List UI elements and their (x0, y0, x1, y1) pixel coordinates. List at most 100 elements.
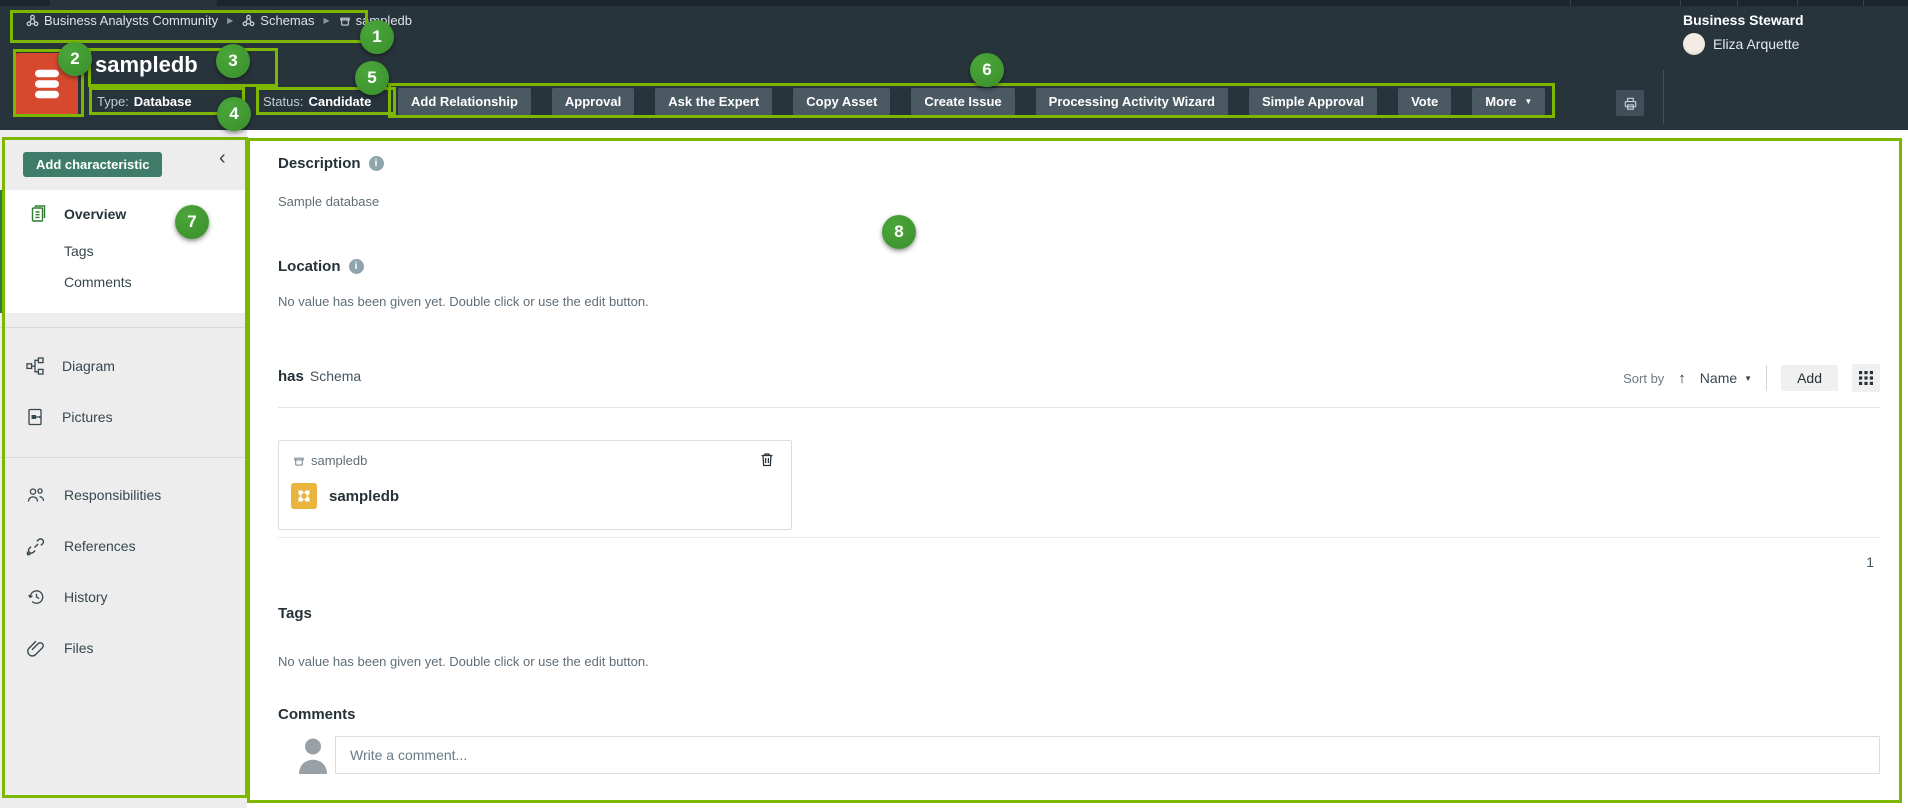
sidebar-item-label: References (64, 538, 136, 554)
diagram-icon (26, 357, 44, 375)
more-button[interactable]: More ▼ (1472, 88, 1545, 115)
breadcrumb-label: sampledb (356, 13, 412, 28)
comments-section-title: Comments (278, 706, 356, 723)
card-relation-row: sampledb (293, 453, 367, 468)
sort-by-label: Sort by (1623, 371, 1664, 386)
schema-icon (291, 483, 317, 509)
steward-name: Eliza Arquette (1713, 36, 1799, 52)
steward-role-label: Business Steward (1683, 12, 1804, 28)
breadcrumb-item-community[interactable]: Business Analysts Community (26, 13, 218, 28)
card-asset-title[interactable]: sampledb (329, 488, 399, 505)
community-icon (242, 14, 255, 27)
sidebar-item-responsibilities[interactable]: Responsibilities (26, 484, 161, 506)
status-value: Candidate (308, 94, 371, 109)
location-empty-value[interactable]: No value has been given yet. Double clic… (278, 294, 649, 309)
collapse-sidebar-icon[interactable]: ‹ (219, 148, 226, 168)
info-icon[interactable]: i (349, 259, 364, 274)
comment-input[interactable] (335, 736, 1880, 774)
description-value[interactable]: Sample database (278, 194, 379, 209)
sort-direction-icon[interactable]: ↑ (1678, 370, 1686, 387)
sidebar-item-label: Pictures (62, 409, 113, 425)
overview-doc-icon (28, 204, 48, 224)
top-strip (0, 0, 1908, 6)
location-section-title: Location i (278, 258, 364, 275)
printer-icon (1622, 95, 1639, 112)
processing-activity-wizard-button[interactable]: Processing Activity Wizard (1036, 88, 1228, 115)
community-icon (26, 14, 39, 27)
sidebar-item-history[interactable]: History (26, 586, 108, 608)
breadcrumb-separator-icon: ▶ (323, 16, 329, 25)
sidebar-item-diagram[interactable]: Diagram (26, 355, 115, 377)
sidebar-item-label: Overview (64, 206, 126, 222)
sidebar-item-label: Diagram (62, 358, 115, 374)
sidebar-divider (0, 457, 247, 458)
asset-box-icon (293, 455, 305, 467)
breadcrumb-item-asset[interactable]: sampledb (339, 13, 412, 28)
asset-page: Business Analysts Community ▶ Schemas ▶ … (0, 0, 1908, 808)
asset-status[interactable]: Status: Candidate (263, 94, 371, 109)
sidebar-item-comments[interactable]: Comments (64, 274, 132, 290)
sidebar-item-label: Responsibilities (64, 487, 161, 503)
relation-type: Schema (310, 368, 361, 384)
divider (1766, 365, 1767, 391)
action-toolbar: Add Relationship Approval Ask the Expert… (398, 88, 1545, 115)
card-relation-label: sampledb (311, 453, 367, 468)
database-asset-icon (16, 53, 78, 115)
sidebar-item-pictures[interactable]: Pictures (26, 406, 113, 428)
copy-asset-button[interactable]: Copy Asset (793, 88, 890, 115)
approval-button[interactable]: Approval (552, 88, 634, 115)
breadcrumb-label: Schemas (260, 13, 314, 28)
add-characteristic-button[interactable]: Add characteristic (23, 152, 162, 177)
create-issue-button[interactable]: Create Issue (911, 88, 1014, 115)
sidebar: Add characteristic ‹ Overview Tags Comme… (0, 130, 247, 808)
comment-avatar-icon (296, 736, 330, 774)
delete-relation-icon[interactable] (759, 451, 775, 468)
sidebar-item-references[interactable]: References (26, 535, 136, 557)
status-label: Status: (263, 94, 303, 109)
page-number[interactable]: 1 (1866, 554, 1874, 570)
asset-type[interactable]: Type: Database (97, 94, 192, 109)
sidebar-item-files[interactable]: Files (26, 637, 94, 659)
schema-sort-controls: Sort by ↑ Name ▼ Add (1623, 364, 1880, 392)
info-icon[interactable]: i (369, 156, 384, 171)
sort-field-value: Name (1700, 370, 1737, 386)
section-title-text: Comments (278, 706, 356, 723)
more-label: More (1485, 94, 1516, 109)
type-label: Type: (97, 94, 129, 109)
main-content: Description i Sample database Location i… (247, 130, 1908, 808)
breadcrumb-separator-icon: ▶ (227, 16, 233, 25)
schema-asset-card[interactable]: sampledb sampledb (278, 440, 792, 530)
comment-input-wrap (335, 736, 1880, 774)
sort-field-dropdown[interactable]: Name ▼ (1700, 370, 1752, 386)
header: Business Analysts Community ▶ Schemas ▶ … (0, 0, 1908, 130)
add-schema-button[interactable]: Add (1781, 365, 1838, 391)
card-title-row: sampledb (291, 483, 399, 509)
breadcrumb-label: Business Analysts Community (44, 13, 218, 28)
sidebar-item-overview[interactable]: Overview (28, 204, 126, 224)
simple-approval-button[interactable]: Simple Approval (1249, 88, 1377, 115)
vote-button[interactable]: Vote (1398, 88, 1451, 115)
description-section-title: Description i (278, 155, 384, 172)
add-relationship-button[interactable]: Add Relationship (398, 88, 531, 115)
ask-the-expert-button[interactable]: Ask the Expert (655, 88, 772, 115)
print-button[interactable] (1616, 90, 1644, 116)
section-title-text: Tags (278, 605, 312, 622)
has-schema-section-title: has Schema (278, 368, 361, 385)
link-icon (26, 536, 46, 556)
tags-empty-value[interactable]: No value has been given yet. Double clic… (278, 654, 649, 669)
paperclip-icon (26, 638, 46, 658)
relation-prefix: has (278, 368, 304, 385)
steward-user[interactable]: Eliza Arquette (1683, 33, 1799, 55)
breadcrumb-item-schemas[interactable]: Schemas (242, 13, 314, 28)
avatar (1683, 33, 1705, 55)
divider (278, 537, 1880, 538)
sidebar-item-tags[interactable]: Tags (64, 243, 94, 259)
asset-box-icon (339, 15, 351, 27)
section-title-text: Location (278, 258, 341, 275)
page-title: sampledb (95, 52, 198, 78)
tags-section-title: Tags (278, 605, 312, 622)
grid-icon (1859, 371, 1873, 385)
sidebar-item-label: History (64, 589, 108, 605)
grid-view-button[interactable] (1852, 364, 1880, 392)
type-value: Database (134, 94, 192, 109)
